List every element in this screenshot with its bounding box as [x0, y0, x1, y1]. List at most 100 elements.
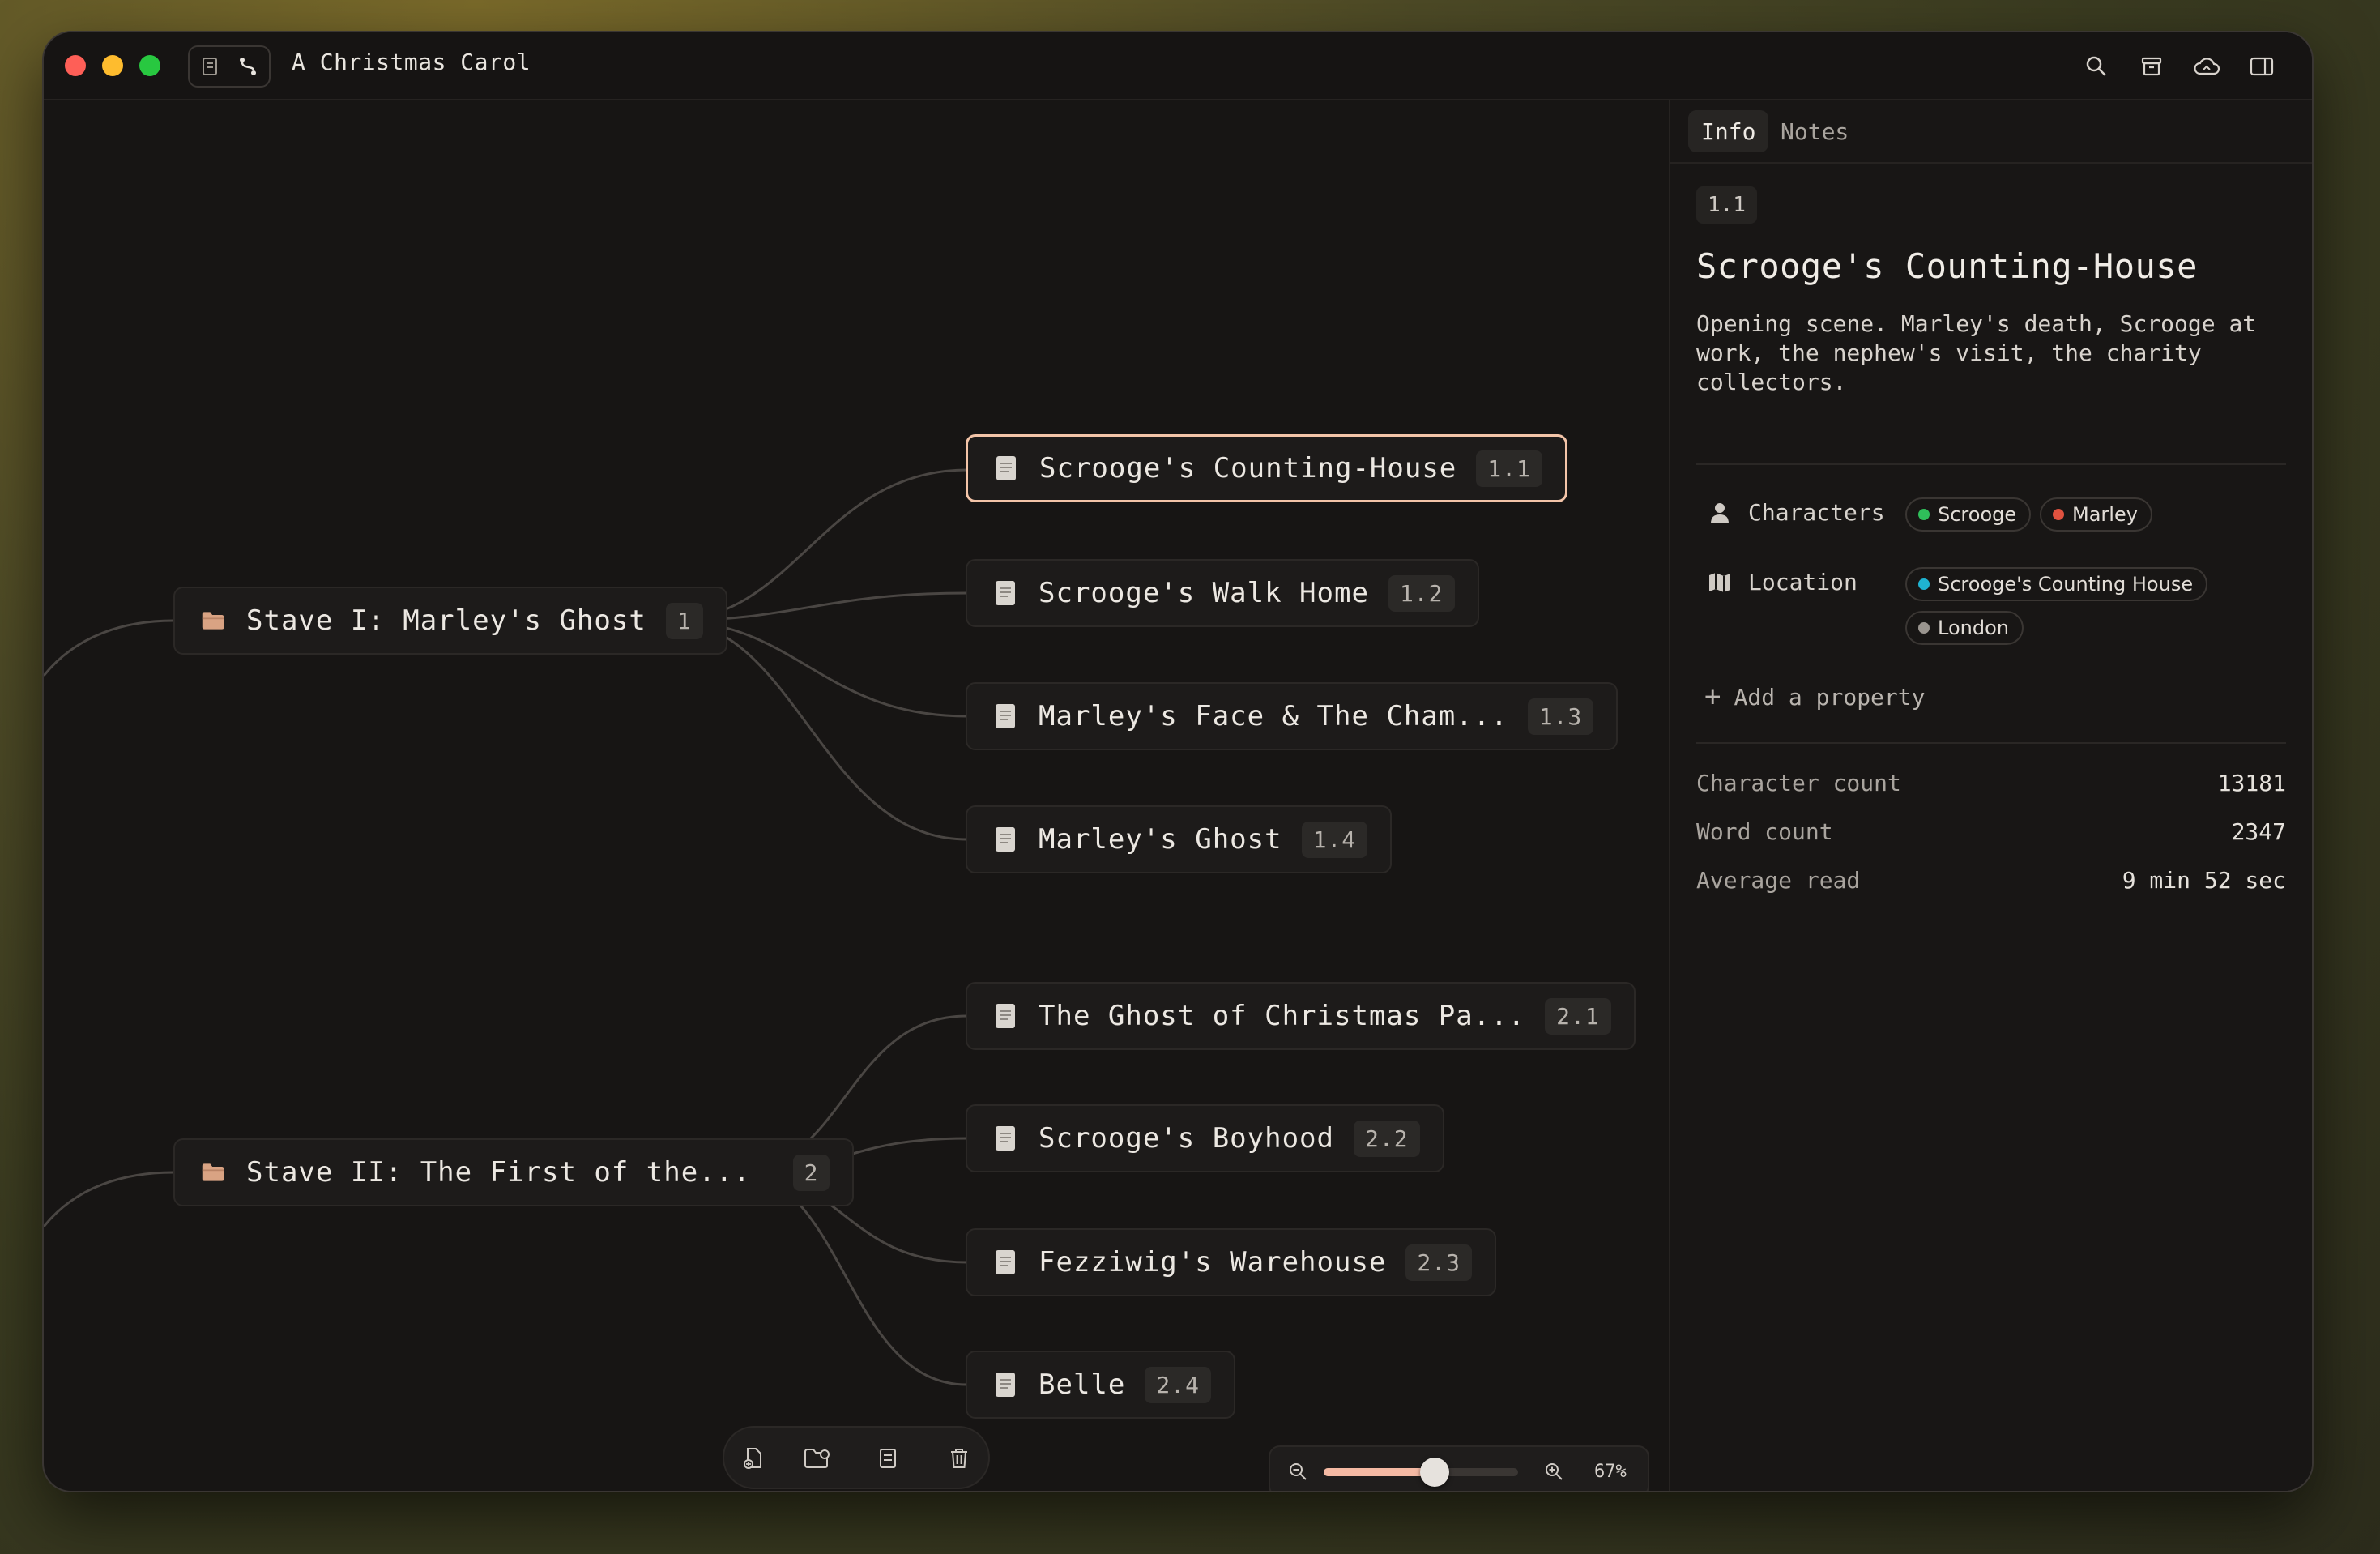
node-label: Scrooge's Boyhood: [1039, 1122, 1334, 1155]
cloud-sync-icon[interactable]: [2190, 50, 2223, 83]
document-icon: [993, 1125, 1017, 1151]
character-chip-scrooge[interactable]: Scrooge: [1905, 497, 2032, 532]
zoom-window-button[interactable]: [139, 55, 160, 76]
mindmap-canvas[interactable]: Stave I: Marley's Ghost 1 Scrooge's Coun…: [44, 100, 1669, 1491]
node-label: Stave II: The First of the...: [246, 1156, 751, 1189]
divider: [1696, 463, 2286, 465]
node-number-badge: 2.3: [1405, 1244, 1472, 1281]
outline-icon[interactable]: [873, 1444, 902, 1473]
node-label: Scrooge's Walk Home: [1039, 577, 1369, 609]
stat-value: 2347: [2231, 818, 2286, 845]
node-label: Belle: [1039, 1368, 1126, 1401]
zoom-slider-thumb[interactable]: [1419, 1458, 1449, 1487]
zoom-in-icon[interactable]: [1541, 1458, 1567, 1484]
scene-node-2-3[interactable]: Fezziwig's Warehouse 2.3: [966, 1228, 1496, 1296]
tab-notes[interactable]: Notes: [1768, 110, 1862, 152]
outline-view-icon[interactable]: [198, 54, 224, 79]
node-number-badge: 2.2: [1354, 1120, 1420, 1157]
document-title: A Christmas Carol: [292, 49, 531, 75]
zoom-slider[interactable]: [1324, 1458, 1518, 1487]
search-icon[interactable]: [2080, 50, 2113, 83]
close-window-button[interactable]: [65, 55, 86, 76]
node-number-badge: 1.2: [1388, 574, 1455, 612]
tab-info[interactable]: Info: [1688, 110, 1769, 152]
divider: [1696, 742, 2286, 744]
group-node-stave-1[interactable]: Stave I: Marley's Ghost 1: [173, 587, 727, 655]
sidebar-toggle-icon[interactable]: [2246, 50, 2278, 83]
chip-label: Scrooge: [1938, 503, 2017, 526]
character-chip-marley[interactable]: Marley: [2040, 497, 2152, 532]
scene-node-2-2[interactable]: Scrooge's Boyhood 2.2: [966, 1104, 1444, 1172]
plus-icon: +: [1704, 681, 1721, 713]
add-document-icon[interactable]: [739, 1444, 768, 1473]
document-icon: [993, 1372, 1017, 1398]
stat-label: Average read: [1696, 867, 1861, 894]
add-property-label: Add a property: [1734, 683, 1926, 711]
node-label: Fezziwig's Warehouse: [1039, 1246, 1387, 1279]
stat-value: 9 min 52 sec: [2122, 867, 2286, 894]
color-dot: [1918, 622, 1930, 634]
archive-icon[interactable]: [2135, 50, 2168, 83]
document-icon: [993, 1249, 1017, 1275]
document-icon: [993, 580, 1017, 606]
node-label: Marley's Face & The Cham...: [1039, 700, 1508, 732]
app-window: A Christmas Carol Stave I: Marley's Ghos…: [44, 32, 2312, 1491]
property-label: Location: [1748, 569, 1858, 596]
canvas-toolbar: [723, 1426, 990, 1489]
view-mode-switcher: [188, 45, 271, 88]
node-number-badge: 2.4: [1145, 1366, 1211, 1403]
chip-label: London: [1938, 617, 2009, 639]
stat-label: Word count: [1696, 818, 1833, 845]
inspector-panel: Info Notes 1.1 Scrooge's Counting-House …: [1669, 100, 2312, 1491]
trash-icon[interactable]: [945, 1444, 974, 1473]
stat-value: 13181: [2217, 770, 2286, 796]
chip-label: Scrooge's Counting House: [1938, 573, 2194, 596]
scene-number-badge: 1.1: [1696, 186, 1757, 224]
folder-icon: [201, 1159, 225, 1185]
node-label: Stave I: Marley's Ghost: [246, 604, 646, 637]
property-label: Characters: [1748, 499, 1885, 526]
scene-node-1-2[interactable]: Scrooge's Walk Home 1.2: [966, 559, 1479, 627]
stat-label: Character count: [1696, 770, 1901, 796]
color-dot: [2053, 509, 2064, 520]
node-label: Scrooge's Counting-House: [1039, 452, 1457, 485]
tree-view-icon[interactable]: [235, 54, 261, 79]
zoom-percentage: 67%: [1594, 1462, 1627, 1482]
add-folder-icon[interactable]: [802, 1444, 831, 1473]
stat-average-read: Average read 9 min 52 sec: [1696, 867, 2286, 894]
folder-icon: [201, 608, 225, 634]
location-chip-london[interactable]: London: [1905, 611, 2024, 645]
minimize-window-button[interactable]: [102, 55, 123, 76]
group-node-stave-2[interactable]: Stave II: The First of the... 2: [173, 1138, 855, 1206]
document-icon: [993, 826, 1017, 852]
scene-description[interactable]: Opening scene. Marley's death, Scrooge a…: [1696, 310, 2263, 397]
document-icon: [993, 703, 1017, 729]
map-icon: [1708, 570, 1732, 595]
zoom-control: 67%: [1269, 1445, 1649, 1491]
chip-label: Marley: [2072, 503, 2138, 526]
zoom-out-icon[interactable]: [1285, 1458, 1311, 1484]
inspector-tabs: Info Notes: [1670, 100, 2312, 164]
node-number-badge: 1.3: [1527, 698, 1594, 735]
node-label: Marley's Ghost: [1039, 823, 1282, 856]
scene-node-1-3[interactable]: Marley's Face & The Cham... 1.3: [966, 682, 1619, 750]
person-icon: [1708, 501, 1732, 525]
document-icon: [994, 455, 1018, 481]
zoom-slider-fill: [1324, 1468, 1435, 1476]
stat-character-count: Character count 13181: [1696, 770, 2286, 796]
node-number-badge: 1: [665, 602, 703, 639]
color-dot: [1918, 509, 1930, 520]
scene-title[interactable]: Scrooge's Counting-House: [1696, 246, 2198, 286]
node-number-badge: 2: [792, 1154, 830, 1191]
color-dot: [1918, 578, 1930, 590]
add-property-button[interactable]: + Add a property: [1704, 681, 1926, 713]
node-label: The Ghost of Christmas Pa...: [1039, 1000, 1526, 1032]
location-chip-counting-house[interactable]: Scrooge's Counting House: [1905, 567, 2208, 601]
scene-node-1-1[interactable]: Scrooge's Counting-House 1.1: [966, 434, 1567, 502]
node-number-badge: 2.1: [1545, 997, 1611, 1035]
scene-node-2-1[interactable]: The Ghost of Christmas Pa... 2.1: [966, 982, 1636, 1050]
document-icon: [993, 1003, 1017, 1029]
scene-node-1-4[interactable]: Marley's Ghost 1.4: [966, 805, 1393, 873]
scene-node-2-4[interactable]: Belle 2.4: [966, 1351, 1235, 1419]
node-number-badge: 1.1: [1476, 450, 1542, 487]
